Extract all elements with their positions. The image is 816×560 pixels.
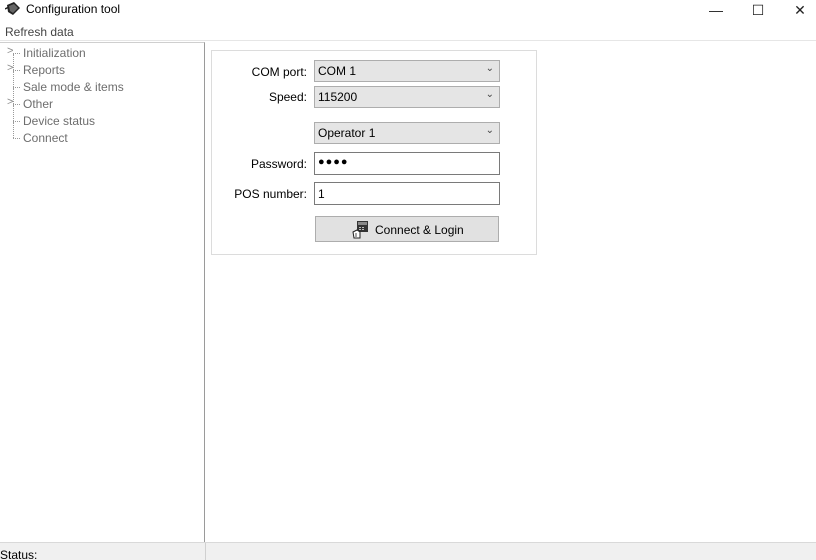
pos-number-field[interactable]: 1 bbox=[314, 182, 500, 205]
minimize-button[interactable]: — bbox=[694, 0, 738, 20]
pos-number-label: POS number: bbox=[234, 187, 307, 201]
tree-item-initialization[interactable]: > Initialization bbox=[0, 45, 200, 62]
tree-item-label: Sale mode & items bbox=[23, 80, 124, 94]
tree-item-label: Other bbox=[23, 97, 54, 111]
tree-connector bbox=[13, 104, 20, 105]
tree-item-label: Reports bbox=[23, 63, 66, 77]
title-bar: Configuration tool — ☐ ✕ bbox=[0, 0, 816, 20]
password-field[interactable]: ●●●● bbox=[314, 152, 500, 175]
tree-connector bbox=[13, 138, 20, 139]
tree-connector bbox=[13, 121, 20, 122]
close-icon: ✕ bbox=[794, 1, 806, 18]
operator-select[interactable]: Operator 1 ⌄ bbox=[314, 122, 500, 144]
tree-item-connect[interactable]: Connect bbox=[0, 122, 200, 147]
tree-item-reports[interactable]: > Reports bbox=[0, 54, 200, 79]
tree-item-other[interactable]: > Other bbox=[0, 88, 200, 113]
close-button[interactable]: ✕ bbox=[778, 0, 816, 20]
tree-connector bbox=[13, 87, 20, 88]
connect-login-button[interactable]: Connect & Login bbox=[315, 216, 499, 242]
com-port-select[interactable]: COM 1 ⌄ bbox=[314, 60, 500, 82]
status-label: Status: bbox=[0, 548, 38, 560]
navigation-tree: > Initialization > Reports Sale mode & i… bbox=[0, 42, 205, 542]
tree-item-sale-mode-items[interactable]: Sale mode & items bbox=[0, 71, 200, 96]
tree-item-label: Initialization bbox=[23, 46, 86, 60]
maximize-icon: ☐ bbox=[751, 1, 765, 18]
speed-label: Speed: bbox=[268, 90, 307, 104]
chevron-down-icon: ⌄ bbox=[485, 63, 494, 74]
operator-value: Operator 1 bbox=[318, 126, 376, 140]
window-title: Configuration tool bbox=[26, 2, 121, 16]
tree-item-label: Device status bbox=[23, 114, 96, 128]
maximize-button[interactable]: ☐ bbox=[736, 0, 780, 20]
tree-connector bbox=[13, 122, 14, 138]
menu-bar: Refresh data bbox=[0, 22, 816, 40]
app-icon bbox=[5, 2, 20, 15]
tree-item-label: Connect bbox=[23, 131, 68, 145]
tree-connector bbox=[13, 71, 14, 87]
tree-connector bbox=[13, 105, 14, 121]
menu-item-refresh-data[interactable]: Refresh data bbox=[5, 25, 74, 39]
com-port-value: COM 1 bbox=[318, 64, 357, 78]
tree-item-device-status[interactable]: Device status bbox=[0, 105, 200, 130]
minimize-icon: — bbox=[709, 2, 723, 18]
chevron-down-icon: ⌄ bbox=[485, 125, 494, 136]
com-port-label: COM port: bbox=[251, 65, 307, 79]
speed-value: 115200 bbox=[318, 90, 358, 104]
pos-number-value: 1 bbox=[318, 187, 325, 201]
status-separator bbox=[205, 543, 206, 560]
card-reader-icon bbox=[352, 221, 368, 239]
menu-divider bbox=[0, 40, 816, 41]
status-bar: Status: bbox=[0, 542, 816, 560]
chevron-down-icon: ⌄ bbox=[485, 89, 494, 100]
connect-login-label: Connect & Login bbox=[375, 223, 464, 237]
tree-connector bbox=[13, 70, 20, 71]
tree-connector bbox=[13, 53, 20, 54]
speed-select[interactable]: 115200 ⌄ bbox=[314, 86, 500, 108]
password-label: Password: bbox=[250, 157, 307, 171]
password-value: ●●●● bbox=[318, 156, 349, 168]
